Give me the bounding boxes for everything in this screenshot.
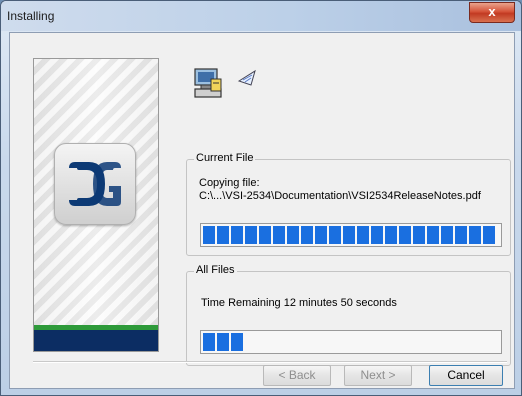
- copying-file-path: C:\...\VSI-2534\Documentation\VSI2534Rel…: [199, 190, 481, 202]
- title-bar[interactable]: Installing x: [1, 1, 521, 31]
- installer-window: Installing x Current File Copying file: …: [0, 0, 522, 396]
- all-files-progress-fill: [203, 333, 243, 351]
- current-file-group: Current File Copying file: C:\...\VSI-25…: [186, 152, 511, 256]
- all-files-label: All Files: [194, 264, 237, 276]
- current-file-progress-fill: [203, 226, 495, 244]
- dg-logo-icon: [54, 143, 136, 225]
- current-file-progress-bar: [200, 223, 502, 247]
- computer-setup-icon: [193, 67, 225, 99]
- banner-blue-stripe: [34, 330, 158, 351]
- all-files-group: All Files Time Remaining 12 minutes 50 s…: [186, 264, 511, 366]
- back-button[interactable]: < Back: [263, 365, 331, 386]
- dialog-client-area: Current File Copying file: C:\...\VSI-25…: [9, 32, 515, 389]
- cancel-button[interactable]: Cancel: [429, 365, 503, 386]
- window-title: Installing: [7, 9, 55, 23]
- close-icon: x: [488, 4, 496, 19]
- side-banner: [33, 58, 159, 352]
- copying-label: Copying file:: [199, 177, 260, 189]
- next-button[interactable]: Next >: [344, 365, 412, 386]
- button-separator: [33, 361, 507, 363]
- close-button[interactable]: x: [469, 2, 515, 23]
- all-files-progress-bar: [200, 330, 502, 354]
- flying-paper-icon: [237, 67, 261, 91]
- current-file-label: Current File: [194, 152, 256, 164]
- time-remaining-text: Time Remaining 12 minutes 50 seconds: [201, 297, 397, 309]
